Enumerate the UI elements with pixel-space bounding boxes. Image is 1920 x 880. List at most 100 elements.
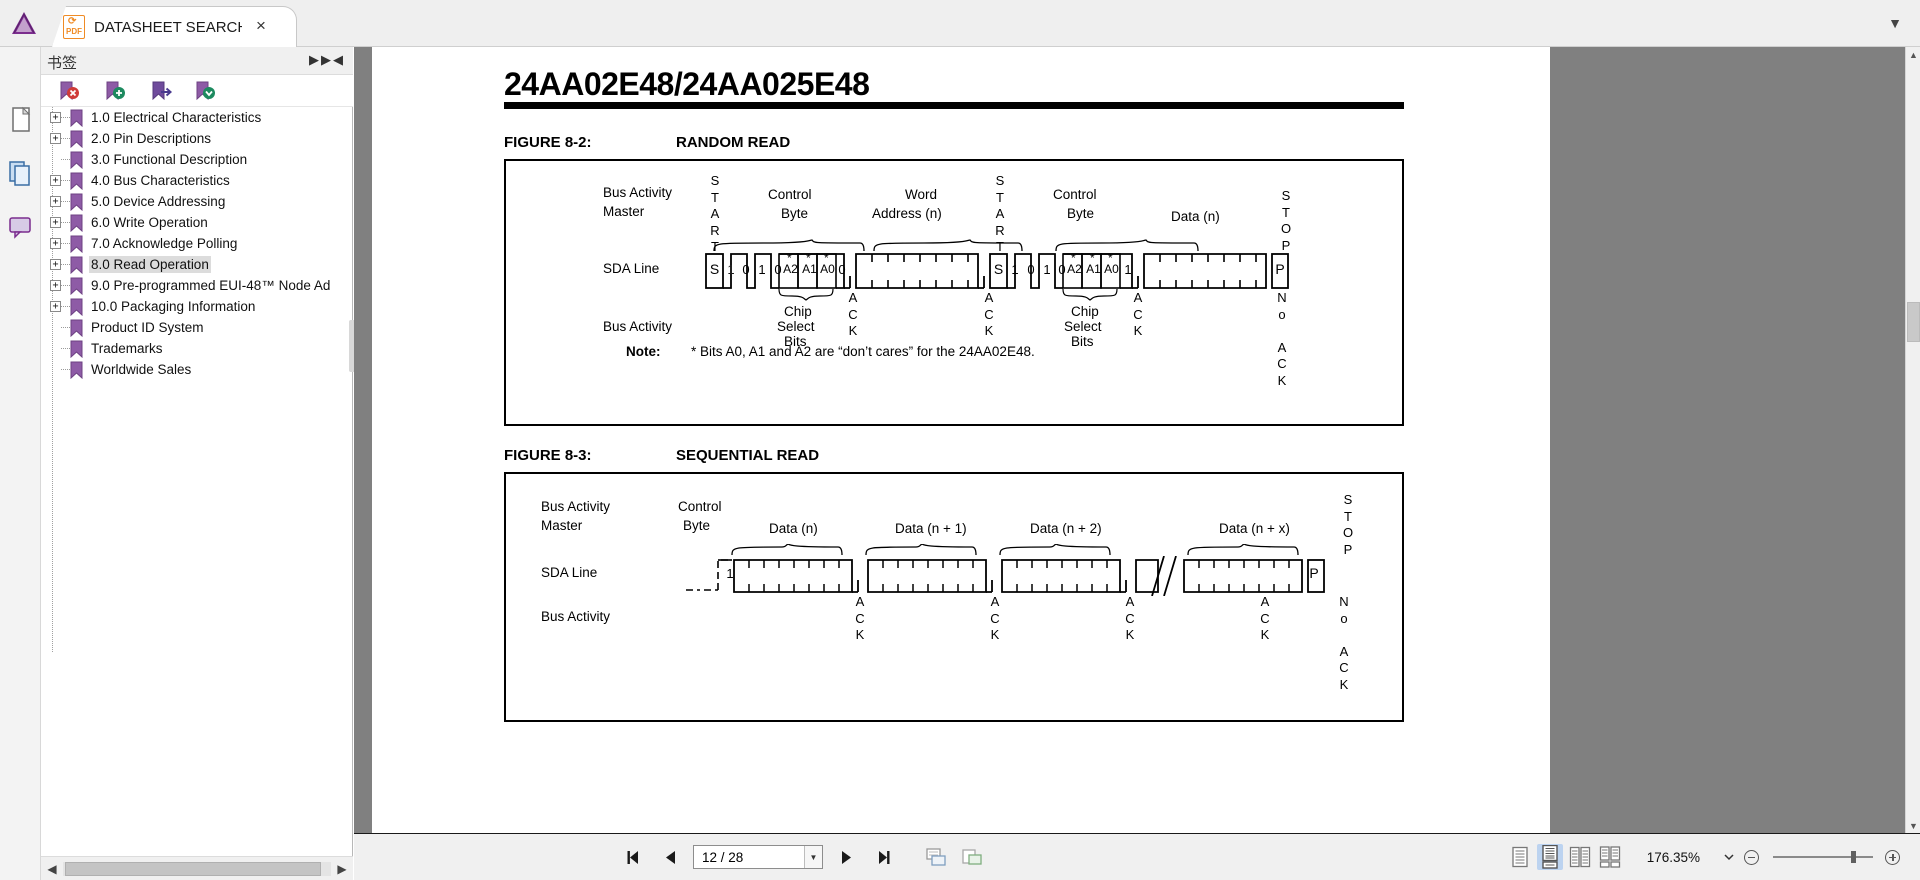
scroll-down-icon[interactable]: ▼ <box>1906 818 1920 833</box>
first-page-button[interactable] <box>619 842 649 872</box>
bookmark-item[interactable]: Worldwide Sales <box>41 359 353 380</box>
expander-icon[interactable]: + <box>50 175 61 186</box>
control-byte-label-f83-line1: Control <box>678 499 722 514</box>
expander-icon[interactable]: + <box>50 238 61 249</box>
row-label-sda-line-2: SDA Line <box>541 565 598 580</box>
chip-select-label-2-line2: Select <box>1064 319 1102 334</box>
bookmarks-horizontal-scrollbar[interactable]: ◀ ▶ <box>41 856 353 880</box>
tree-dots <box>61 180 70 181</box>
go-to-bookmark-icon[interactable] <box>147 80 177 102</box>
scroll-up-icon[interactable]: ▲ <box>1906 47 1920 62</box>
bookmark-item[interactable]: + 5.0 Device Addressing <box>41 191 353 212</box>
document-vertical-scrollbar[interactable]: ▲ ▼ <box>1905 47 1920 833</box>
zoom-slider-handle[interactable] <box>1851 851 1856 863</box>
page-dropdown-icon[interactable]: ▼ <box>804 846 822 868</box>
tab-title: DATASHEET SEARCH... <box>94 18 242 36</box>
page-transition-icon[interactable] <box>957 842 987 872</box>
bookmark-flag-icon <box>70 130 83 148</box>
last-page-button[interactable] <box>867 842 897 872</box>
view-mode-two-page-continuous-icon[interactable] <box>1597 844 1623 870</box>
close-icon[interactable]: × <box>252 17 270 36</box>
view-mode-two-page-icon[interactable] <box>1567 844 1593 870</box>
bookmark-options-icon[interactable] <box>191 80 221 102</box>
tree-dots <box>61 264 70 265</box>
rail-comments-icon[interactable] <box>7 212 35 242</box>
group-braces-f82 <box>713 239 1199 252</box>
bookmark-item[interactable]: + 4.0 Bus Characteristics <box>41 170 353 191</box>
scroll-right-icon[interactable]: ▶ <box>331 858 353 880</box>
bit-P-f82: P <box>1275 261 1285 277</box>
bookmark-item[interactable]: Product ID System <box>41 317 353 338</box>
figure-8-3-box: Bus Activity Master SDA Line Bus Activit… <box>504 472 1404 722</box>
zoom-dropdown-icon[interactable] <box>1714 842 1744 872</box>
ack-label-2: ACK <box>984 290 994 338</box>
expander-icon[interactable]: + <box>50 280 61 291</box>
chevron-down-icon[interactable]: ▼ <box>1886 14 1904 32</box>
chip-select-label-1-line2: Select <box>777 319 815 334</box>
row-label-bus-activity-master-1: Bus Activity <box>603 185 673 200</box>
scroll-thumb[interactable] <box>65 861 321 876</box>
tree-dots <box>61 348 70 349</box>
bookmark-item-read-operation[interactable]: + 8.0 Read Operation <box>41 254 353 275</box>
document-tab[interactable]: ⟳ PDF DATASHEET SEARCH... × <box>52 6 297 47</box>
group-braces-f83 <box>731 544 1299 556</box>
title-rule <box>504 102 1404 109</box>
tree-dots <box>61 117 70 118</box>
scroll-thumb-vertical[interactable] <box>1907 302 1920 342</box>
expander-placeholder <box>50 364 61 375</box>
rotate-view-icon[interactable] <box>921 842 951 872</box>
rail-bookmarks-icon[interactable] <box>7 157 35 187</box>
tree-dots <box>61 369 70 370</box>
bit-rw-0: 0 <box>838 262 846 277</box>
ack-label-1: ACK <box>848 290 858 338</box>
bookmark-item[interactable]: + 1.0 Electrical Characteristics <box>41 107 353 128</box>
zoom-slider[interactable] <box>1773 851 1873 863</box>
view-mode-continuous-icon[interactable] <box>1536 844 1563 870</box>
bookmark-flag-icon <box>70 109 83 127</box>
view-mode-single-page-icon[interactable] <box>1507 844 1533 870</box>
expander-icon[interactable]: + <box>50 217 61 228</box>
previous-page-button[interactable] <box>655 842 685 872</box>
bookmark-item[interactable]: 3.0 Functional Description <box>41 149 353 170</box>
expander-placeholder <box>50 343 61 354</box>
tree-dots <box>61 243 70 244</box>
note-label-f82: Note: <box>626 344 661 359</box>
bookmark-item[interactable]: + 6.0 Write Operation <box>41 212 353 233</box>
expander-icon[interactable]: + <box>50 196 61 207</box>
expander-icon[interactable]: + <box>50 259 61 270</box>
scroll-track[interactable] <box>63 861 331 876</box>
expander-icon[interactable]: + <box>50 133 61 144</box>
next-page-button[interactable] <box>831 842 861 872</box>
ack-label-3: ACK <box>1133 290 1143 338</box>
data-label-f83-3: Data (n + x) <box>1219 521 1290 536</box>
row-label-master-2: Master <box>541 518 583 533</box>
delete-bookmark-icon[interactable] <box>55 80 85 102</box>
zoom-in-icon[interactable] <box>1885 849 1900 865</box>
document-viewport[interactable]: 24AA02E48/24AA025E48 FIGURE 8-2: RANDOM … <box>354 47 1905 833</box>
control-byte-label-1-line1: Control <box>768 187 812 202</box>
zoom-out-icon[interactable] <box>1744 849 1759 865</box>
bookmark-item[interactable]: + 9.0 Pre-programmed EUI-48™ Node Ad <box>41 275 353 296</box>
bookmark-item[interactable]: + 2.0 Pin Descriptions <box>41 128 353 149</box>
collapse-panel-icon[interactable]: ▶▶◀ <box>309 52 345 68</box>
bookmarks-toolbar <box>41 75 353 107</box>
new-bookmark-icon[interactable] <box>101 80 131 102</box>
bookmark-item[interactable]: + 10.0 Packaging Information <box>41 296 353 317</box>
star-a0-1: * <box>824 251 829 265</box>
bookmark-item[interactable]: Trademarks <box>41 338 353 359</box>
bookmark-flag-icon <box>70 193 83 211</box>
scroll-left-icon[interactable]: ◀ <box>41 858 63 880</box>
bookmark-item[interactable]: + 7.0 Acknowledge Polling <box>41 233 353 254</box>
bookmark-label: Trademarks <box>91 341 163 356</box>
pdf-badge-label: PDF <box>66 27 82 36</box>
bit-S-2: S <box>993 261 1004 277</box>
figure-8-2-number: FIGURE 8-2: <box>504 134 592 151</box>
page-number-input[interactable]: 12 / 28 ▼ <box>693 845 823 869</box>
rail-page-thumbnails-icon[interactable] <box>7 105 35 135</box>
tree-dots <box>61 285 70 286</box>
zoom-level-value[interactable]: 176.35% <box>1647 850 1700 865</box>
bookmarks-panel: 书签 ▶▶◀ + 1.0 Electrical Characteristics … <box>41 47 353 880</box>
expander-icon[interactable]: + <box>50 301 61 312</box>
bookmark-label: 2.0 Pin Descriptions <box>91 131 212 146</box>
expander-icon[interactable]: + <box>50 112 61 123</box>
